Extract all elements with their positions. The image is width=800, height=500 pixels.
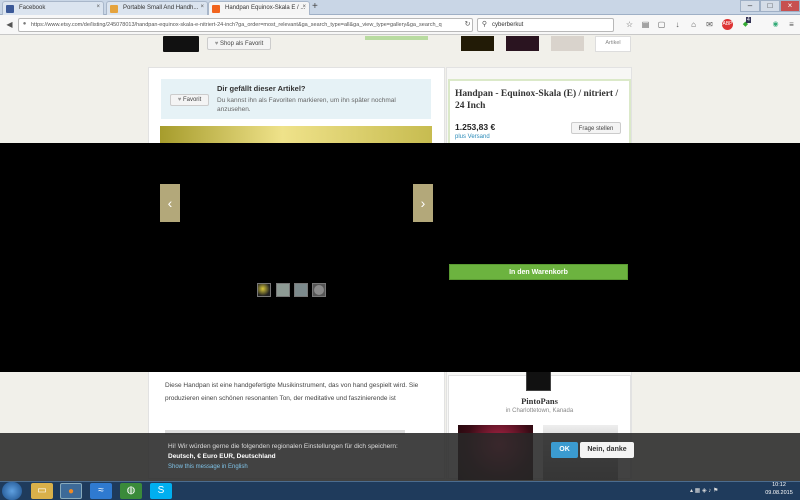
shop-thumb[interactable] xyxy=(551,36,584,51)
tab-label: Facebook xyxy=(19,5,46,11)
favorite-title: Dir gefällt dieser Artikel? xyxy=(217,84,306,93)
search-input[interactable]: cyberberkut xyxy=(477,18,614,32)
english-link[interactable]: Show this message in English xyxy=(168,464,248,470)
explorer-icon[interactable]: ▭ xyxy=(31,483,53,499)
clock-date[interactable]: 09.08.2015 xyxy=(760,490,798,496)
favorite-text: Du kannst ihn als Favoriten markieren, u… xyxy=(217,97,396,113)
ask-question-button[interactable]: Frage stellen xyxy=(571,122,621,134)
tab-portable[interactable]: Portable Small And Handh... × xyxy=(106,1,208,15)
app-icon[interactable]: ≈ xyxy=(90,483,112,499)
close-icon[interactable]: × xyxy=(302,4,306,10)
product-title: Handpan - Equinox-Skala (E) / nitriert /… xyxy=(455,89,619,111)
shipping-link[interactable]: plus Versand xyxy=(455,134,490,140)
earth-icon[interactable]: ◍ xyxy=(120,483,142,499)
new-tab-button[interactable]: + xyxy=(312,1,318,12)
tab-label: Handpan Equinox-Skala E / ... xyxy=(225,5,306,11)
close-icon[interactable]: × xyxy=(200,4,204,10)
next-image-button[interactable]: › xyxy=(413,184,433,222)
minimize-button[interactable]: – xyxy=(740,0,760,12)
prev-image-button[interactable]: ‹ xyxy=(160,184,180,222)
tab-label: Portable Small And Handh... xyxy=(123,5,199,11)
product-price: 1.253,83 € xyxy=(455,122,496,132)
ok-button[interactable]: OK xyxy=(551,442,578,458)
seller-name[interactable]: PintoPans xyxy=(448,396,631,406)
firefox-icon[interactable]: ● xyxy=(60,483,82,499)
shop-thumb[interactable] xyxy=(506,36,539,51)
etsy-icon xyxy=(212,5,220,13)
gallery-thumb[interactable] xyxy=(294,283,308,297)
addon-badge: 4 xyxy=(746,17,751,23)
cookie-banner xyxy=(0,433,800,481)
lock-icon[interactable]: ▢ xyxy=(656,19,667,30)
product-image[interactable] xyxy=(160,126,432,143)
add-to-cart-button[interactable]: In den Warenkorb xyxy=(449,264,628,280)
url-bar[interactable]: https://www.etsy.com/de/listing/24507801… xyxy=(18,18,473,32)
cookie-settings: Deutsch, € Euro EUR, Deutschland xyxy=(168,453,276,460)
seller-location: in Charlottetown, Kanada xyxy=(505,408,574,414)
gallery-thumb[interactable] xyxy=(312,283,326,297)
gallery-thumb[interactable] xyxy=(276,283,290,297)
chat-icon[interactable]: ✉ xyxy=(704,19,715,30)
folder-icon xyxy=(110,5,118,13)
image-lightbox[interactable] xyxy=(0,143,800,372)
star-icon[interactable]: ☆ xyxy=(624,19,635,30)
back-icon[interactable]: ◀ xyxy=(4,19,15,30)
shop-logo[interactable] xyxy=(163,36,199,52)
extension-icon[interactable]: ◉ xyxy=(770,19,781,30)
clock-time[interactable]: 10:12 xyxy=(760,482,798,488)
close-icon[interactable]: × xyxy=(96,4,100,10)
shop-thumb[interactable] xyxy=(461,36,494,51)
download-icon[interactable]: ↓ xyxy=(672,19,683,30)
description: Diese Handpan ist eine handgefertigte Mu… xyxy=(165,382,419,402)
cookie-text: Hi! Wir würden gerne die folgenden regio… xyxy=(168,443,398,450)
facebook-icon xyxy=(6,5,14,13)
reload-icon[interactable]: ↻ xyxy=(462,19,473,30)
tray-icons[interactable]: ▴ ▦ ◈ ♪ ⚑ xyxy=(690,487,718,494)
favorite-button-label: Favorit xyxy=(182,97,202,103)
favorite-shop-label: Shop als Favorit xyxy=(219,41,264,47)
skype-icon[interactable]: S xyxy=(150,483,172,499)
decline-button[interactable]: Nein, danke xyxy=(580,442,634,458)
maximize-button[interactable]: □ xyxy=(760,0,780,12)
close-window-button[interactable]: × xyxy=(780,0,800,12)
start-button[interactable] xyxy=(2,482,22,500)
tab-facebook[interactable]: Facebook × xyxy=(2,1,104,15)
favorite-shop-button[interactable]: ♥ Shop als Favorit xyxy=(207,37,271,50)
menu-icon[interactable]: ≡ xyxy=(786,19,797,30)
green-button-edge[interactable] xyxy=(365,36,428,40)
artikel-link[interactable]: Artikel xyxy=(595,36,631,52)
home-icon[interactable]: ⌂ xyxy=(688,19,699,30)
favorite-button[interactable]: ♥ Favorit xyxy=(170,94,209,106)
gallery-thumb[interactable] xyxy=(257,283,271,297)
globe-icon: ● xyxy=(22,21,27,27)
search-icon: ⚲ xyxy=(481,21,488,28)
reading-list-icon[interactable]: ▤ xyxy=(640,19,651,30)
adblock-icon[interactable]: ABP xyxy=(722,19,733,30)
tab-handpan[interactable]: Handpan Equinox-Skala E / ... × xyxy=(208,1,310,15)
